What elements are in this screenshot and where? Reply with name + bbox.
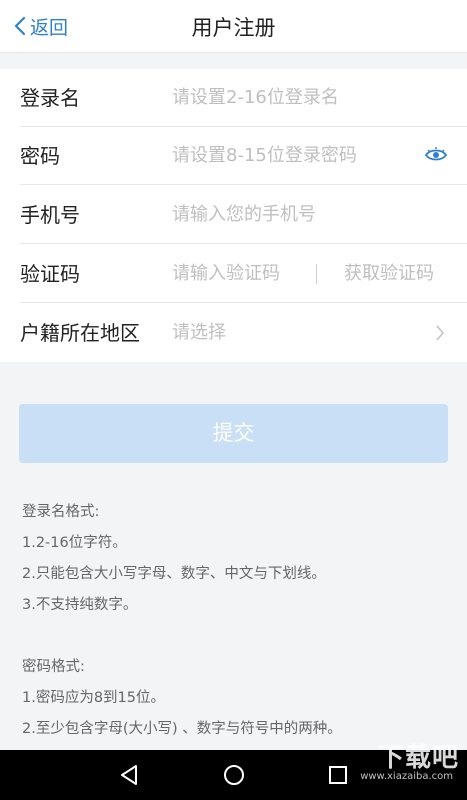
- app-header: 返回 用户注册: [0, 0, 467, 53]
- eye-icon[interactable]: [425, 147, 447, 163]
- rule-item: 2.只能包含大小写字母、数字、中文与下划线。: [22, 566, 326, 582]
- password-rules-title: 密码格式:: [22, 659, 85, 675]
- row-divider: [20, 302, 467, 303]
- username-label: 登录名: [20, 86, 80, 110]
- phone-row[interactable]: 手机号 请输入您的手机号: [0, 186, 467, 244]
- recents-square-icon[interactable]: [326, 763, 350, 787]
- row-divider: [20, 184, 467, 185]
- region-select[interactable]: 请选择: [172, 304, 226, 362]
- back-triangle-icon[interactable]: [117, 763, 141, 787]
- password-row[interactable]: 密码 请设置8-15位登录密码: [0, 127, 467, 185]
- verification-code-input[interactable]: 请输入验证码: [172, 245, 280, 303]
- format-rules: 登录名格式: 1.2-16位字符。 2.只能包含大小写字母、数字、中文与下划线。…: [22, 497, 452, 745]
- chevron-right-icon: [436, 325, 445, 341]
- rules-spacer: [22, 621, 452, 652]
- phone-input[interactable]: 请输入您的手机号: [172, 186, 316, 244]
- region-label: 户籍所在地区: [20, 321, 140, 345]
- watermark-url: www.xiazaiba.com: [360, 771, 453, 782]
- rule-item: 1.密码应为8到15位。: [22, 690, 166, 706]
- verification-row[interactable]: 验证码 请输入验证码 获取验证码: [0, 245, 467, 303]
- verification-label: 验证码: [20, 262, 80, 286]
- region-row[interactable]: 户籍所在地区 请选择: [0, 304, 467, 362]
- username-input[interactable]: 请设置2-16位登录名: [172, 69, 339, 127]
- rule-item: 1.2-16位字符。: [22, 535, 127, 551]
- registration-form: 登录名 请设置2-16位登录名 密码 请设置8-15位登录密码 手机号 请输入您…: [0, 69, 467, 362]
- get-code-button[interactable]: 获取验证码: [344, 245, 434, 303]
- vertical-separator: [316, 264, 317, 284]
- row-divider: [20, 243, 467, 244]
- home-circle-icon[interactable]: [222, 763, 246, 787]
- submit-button[interactable]: 提交: [19, 404, 448, 463]
- password-input[interactable]: 请设置8-15位登录密码: [172, 127, 357, 185]
- header-spacer: [0, 53, 467, 69]
- password-label: 密码: [20, 144, 60, 168]
- watermark-logo: 下载吧: [377, 743, 459, 773]
- username-rules-title: 登录名格式:: [22, 504, 100, 520]
- phone-label: 手机号: [20, 203, 80, 227]
- username-row[interactable]: 登录名 请设置2-16位登录名: [0, 69, 467, 127]
- rule-item: 3.不支持纯数字。: [22, 597, 138, 613]
- page-title: 用户注册: [191, 16, 276, 40]
